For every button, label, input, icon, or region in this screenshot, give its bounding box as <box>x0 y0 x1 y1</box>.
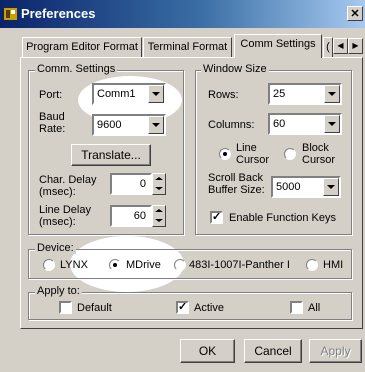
apply-button[interactable]: Apply <box>309 339 362 363</box>
enable-function-keys-checkbox[interactable]: ✓ <box>210 211 223 224</box>
scroll-back-value: 5000 <box>276 181 301 193</box>
device-label-mdrive: MDrive <box>126 259 161 271</box>
tab-label: Program Editor Format <box>26 41 138 53</box>
block-cursor-radio[interactable] <box>284 148 296 160</box>
window-size-legend: Window Size <box>201 63 269 75</box>
apply-button-label: Apply <box>320 344 351 358</box>
apply-to-legend: Apply to: <box>35 285 82 297</box>
device-radio-panther[interactable] <box>174 259 186 271</box>
default-label: Default <box>77 302 112 314</box>
translate-button-label: Translate... <box>81 148 141 162</box>
checkmark-icon: ✓ <box>178 301 188 313</box>
rows-dropdown[interactable]: 25 <box>268 83 342 105</box>
chevron-right-icon: ▶ <box>352 41 359 50</box>
ok-button[interactable]: OK <box>180 339 235 363</box>
tab-program-editor-format[interactable]: Program Editor Format <box>22 37 142 57</box>
device-radio-lynx[interactable] <box>43 259 55 271</box>
device-radio-hmi[interactable] <box>306 259 318 271</box>
close-button[interactable]: ✕ <box>347 6 363 21</box>
ok-button-label: OK <box>198 344 217 358</box>
device-label-hmi: HMI <box>323 259 344 271</box>
device-legend: Device: <box>35 242 76 254</box>
spin-down-icon <box>155 219 163 222</box>
scroll-back-dropdown[interactable]: 5000 <box>271 176 341 198</box>
chevron-down-icon <box>323 178 339 196</box>
enable-function-keys-label: Enable Function Keys <box>229 212 337 224</box>
spin-up-icon <box>155 177 163 180</box>
baud-rate-dropdown[interactable]: 9600 <box>92 114 166 136</box>
all-checkbox[interactable] <box>290 301 303 314</box>
rows-label: Rows: <box>208 89 239 101</box>
cancel-button-label: Cancel <box>254 344 292 358</box>
chevron-down-icon <box>324 85 340 103</box>
spin-up-icon <box>155 209 163 212</box>
port-value: Comm1 <box>97 88 136 100</box>
title-bar: Preferences ✕ <box>0 0 365 28</box>
chevron-left-icon: ◀ <box>337 41 344 50</box>
char-delay-spinner[interactable] <box>152 173 166 195</box>
scroll-back-label: Scroll Back Buffer Size: <box>208 172 265 196</box>
columns-dropdown[interactable]: 60 <box>268 113 342 135</box>
baud-rate-value: 9600 <box>97 119 122 131</box>
active-checkbox[interactable]: ✓ <box>176 301 189 314</box>
comm-settings-legend: Comm. Settings <box>35 63 118 75</box>
chevron-down-icon <box>148 85 164 103</box>
line-delay-input[interactable]: 60 <box>110 205 152 227</box>
tab-label: ( <box>326 41 330 53</box>
char-delay-value: 0 <box>139 178 146 190</box>
tab-label: Comm Settings <box>240 38 316 50</box>
baud-rate-label: Baud Rate: <box>39 111 66 135</box>
device-label-panther: 483I-1007I-Panther I <box>189 259 290 271</box>
line-delay-label: Line Delay (msec): <box>39 204 91 228</box>
cancel-button[interactable]: Cancel <box>244 339 302 363</box>
tab-label: Terminal Format <box>147 41 228 53</box>
tab-terminal-format[interactable]: Terminal Format <box>143 37 232 57</box>
char-delay-input[interactable]: 0 <box>110 173 152 195</box>
default-checkbox[interactable] <box>59 301 72 314</box>
port-dropdown[interactable]: Comm1 <box>92 83 166 105</box>
chevron-down-icon <box>148 116 164 134</box>
block-cursor-label: Block Cursor <box>302 142 336 166</box>
line-cursor-radio[interactable] <box>219 148 231 160</box>
active-label: Active <box>194 302 224 314</box>
all-label: All <box>308 302 321 314</box>
columns-value: 60 <box>273 118 286 130</box>
tab-scroll-right-button[interactable]: ▶ <box>348 38 363 54</box>
port-label: Port: <box>39 89 63 101</box>
translate-button[interactable]: Translate... <box>71 144 151 166</box>
device-radio-mdrive[interactable] <box>109 259 121 271</box>
close-icon: ✕ <box>350 8 360 20</box>
window-title: Preferences <box>21 6 96 21</box>
chevron-down-icon <box>324 115 340 133</box>
device-label-lynx: LYNX <box>60 259 88 271</box>
spin-down-icon <box>155 187 163 190</box>
char-delay-label: Char. Delay (msec): <box>39 174 97 198</box>
tab-comm-settings[interactable]: Comm Settings <box>234 34 322 58</box>
line-delay-value: 60 <box>133 210 146 222</box>
line-cursor-label: Line Cursor <box>236 142 270 166</box>
checkmark-icon: ✓ <box>212 211 222 223</box>
rows-value: 25 <box>273 88 286 100</box>
tab-scroll-left-button[interactable]: ◀ <box>333 38 348 54</box>
tab-overflow[interactable]: ( <box>323 37 333 57</box>
columns-label: Columns: <box>208 119 255 131</box>
app-icon <box>4 8 17 20</box>
line-delay-spinner[interactable] <box>152 205 166 227</box>
